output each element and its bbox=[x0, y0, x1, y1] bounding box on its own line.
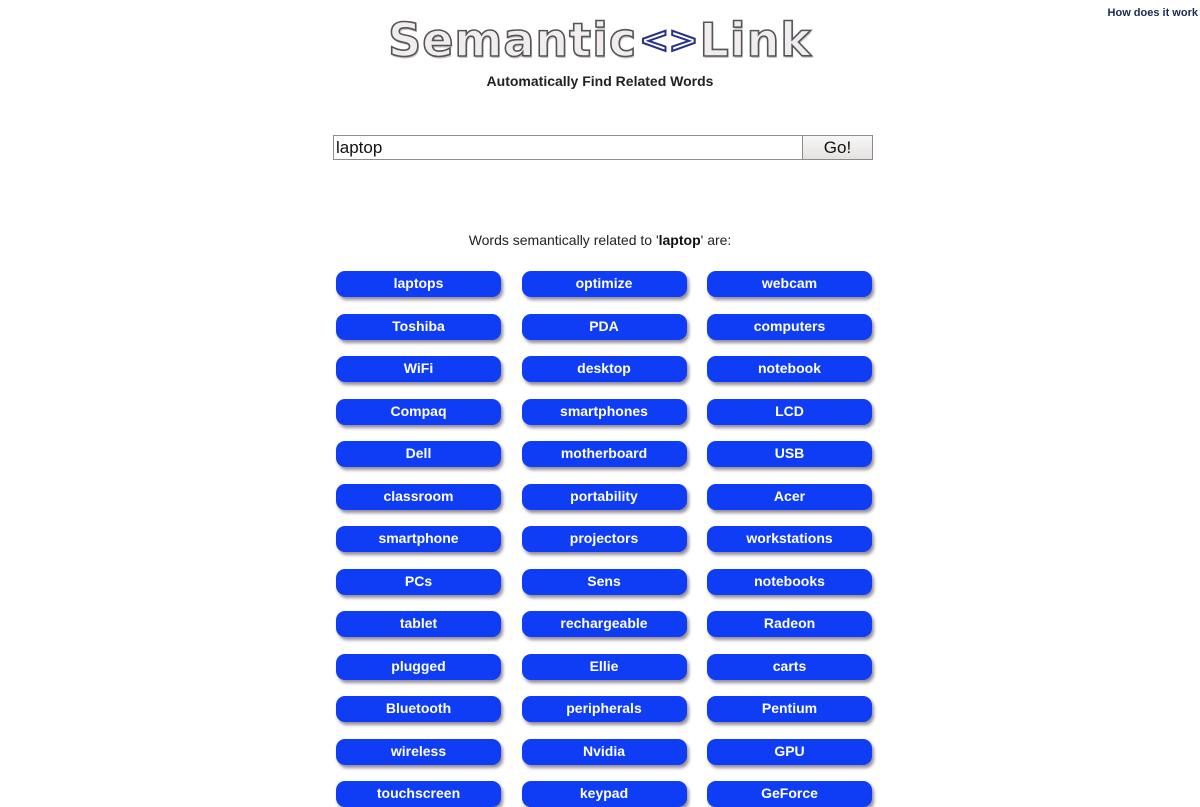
related-word-button[interactable]: Nvidia bbox=[521, 738, 687, 765]
related-word-button[interactable]: PDA bbox=[521, 313, 687, 340]
related-word-button[interactable]: Ellie bbox=[521, 653, 687, 680]
related-word-button[interactable]: LCD bbox=[707, 398, 872, 425]
related-word-button[interactable]: desktop bbox=[521, 356, 687, 382]
related-word-button[interactable]: touchscreen bbox=[336, 781, 501, 807]
related-word-button[interactable]: tablet bbox=[336, 611, 501, 637]
related-word-button[interactable]: laptops bbox=[336, 271, 501, 297]
related-words-grid: laptops optimize webcam Toshiba PDA computers… bbox=[336, 271, 872, 807]
logo-text-semantic: Semantic bbox=[387, 12, 638, 68]
related-word-button[interactable]: Bluetooth bbox=[336, 696, 501, 722]
related-word-button[interactable]: USB bbox=[707, 441, 872, 467]
search-form: Go! bbox=[333, 135, 873, 160]
related-word-button[interactable]: plugged bbox=[336, 653, 501, 680]
related-word-button[interactable]: computers bbox=[707, 313, 872, 340]
related-word-button[interactable]: Acer bbox=[707, 483, 872, 510]
related-word-button[interactable]: workstations bbox=[707, 526, 872, 552]
related-word-button[interactable]: WiFi bbox=[336, 356, 501, 382]
related-word-button[interactable]: keypad bbox=[521, 781, 687, 807]
related-word-button[interactable]: Sens bbox=[521, 568, 687, 595]
go-button[interactable]: Go! bbox=[803, 135, 873, 160]
related-word-button[interactable]: webcam bbox=[707, 271, 872, 297]
related-word-button[interactable]: portability bbox=[521, 483, 687, 510]
related-word-button[interactable]: Radeon bbox=[707, 611, 872, 637]
related-word-button[interactable]: motherboard bbox=[521, 441, 687, 467]
related-word-button[interactable]: classroom bbox=[336, 483, 501, 510]
logo-text-link: Link bbox=[699, 12, 812, 68]
results-query-term: laptop bbox=[658, 232, 701, 248]
related-word-button[interactable]: Toshiba bbox=[336, 313, 501, 340]
results-heading-prefix: Words semantically related to ' bbox=[468, 232, 659, 248]
related-word-button[interactable]: Pentium bbox=[707, 696, 872, 722]
related-word-button[interactable]: smartphones bbox=[521, 398, 687, 425]
related-word-button[interactable]: rechargeable bbox=[521, 611, 687, 637]
site-logo: Semantic<>Link bbox=[0, 12, 1200, 73]
related-word-button[interactable]: optimize bbox=[521, 271, 687, 297]
related-word-button[interactable]: peripherals bbox=[521, 696, 687, 722]
related-word-button[interactable]: PCs bbox=[336, 568, 501, 595]
search-input[interactable] bbox=[333, 135, 803, 160]
related-word-button[interactable]: projectors bbox=[521, 526, 687, 552]
related-word-button[interactable]: smartphone bbox=[336, 526, 501, 552]
related-word-button[interactable]: Dell bbox=[336, 441, 501, 467]
tagline: Automatically Find Related Words bbox=[486, 73, 714, 89]
related-word-button[interactable]: GPU bbox=[707, 738, 872, 765]
related-word-button[interactable]: notebooks bbox=[707, 568, 872, 595]
related-word-button[interactable]: notebook bbox=[707, 356, 872, 382]
logo-arrows-icon: <> bbox=[638, 19, 699, 62]
results-heading-suffix: ' are: bbox=[700, 232, 732, 248]
related-word-button[interactable]: carts bbox=[707, 653, 872, 680]
related-word-button[interactable]: GeForce bbox=[707, 781, 872, 807]
related-word-button[interactable]: wireless bbox=[336, 738, 501, 765]
related-word-button[interactable]: Compaq bbox=[336, 398, 501, 425]
results-heading: Words semantically related to 'laptop' a… bbox=[0, 232, 1200, 248]
